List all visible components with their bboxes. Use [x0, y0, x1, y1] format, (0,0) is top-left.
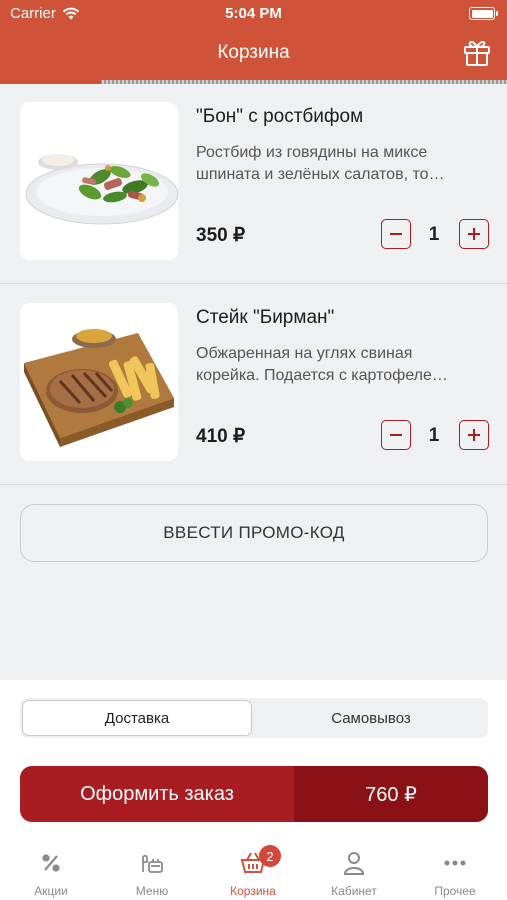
gift-icon[interactable] [461, 36, 493, 68]
battery-icon [469, 7, 498, 20]
tab-account[interactable]: Кабинет [304, 850, 404, 898]
place-order-button[interactable]: Оформить заказ 760 ₽ [20, 766, 488, 822]
plus-icon [468, 429, 480, 441]
tab-label: Прочее [434, 884, 476, 898]
salad-photo [20, 102, 178, 260]
increase-quantity-button[interactable] [459, 219, 489, 249]
item-quantity: 1 [428, 224, 440, 245]
decrease-quantity-button[interactable] [381, 420, 411, 450]
tab-more[interactable]: Прочее [405, 850, 505, 898]
tab-label: Корзина [230, 884, 276, 898]
item-name[interactable]: Стейк "Бирман" [196, 307, 334, 329]
minus-icon [390, 233, 402, 235]
page-title: Корзина [217, 42, 290, 63]
tab-label: Кабинет [331, 884, 377, 898]
item-description: Ростбиф из говядины на миксе шпината и з… [196, 142, 491, 186]
tab-label: Акции [34, 884, 68, 898]
tab-menu[interactable]: Меню [102, 850, 202, 898]
tab-bar: Акции Меню 2 Корзина Кабинет Прочее [0, 840, 507, 900]
menu-dish-icon [142, 854, 163, 873]
more-icon [444, 860, 466, 866]
item-description-line: корейка. Подается с картофеле… [196, 367, 448, 384]
item-description-line: шпината и зелёных салатов, то… [196, 166, 445, 183]
order-total: 760 ₽ [294, 766, 488, 822]
promo-code-button[interactable]: ВВЕСТИ ПРОМО-КОД [20, 504, 488, 562]
delivery-option[interactable]: Доставка [22, 700, 252, 736]
item-description-line: Ростбиф из говядины на миксе [196, 144, 428, 161]
percent-icon [42, 854, 60, 872]
tab-promotions[interactable]: Акции [1, 850, 101, 898]
item-description: Обжаренная на углях свиная корейка. Пода… [196, 343, 491, 387]
status-bar: Carrier 5:04 PM [0, 0, 507, 28]
pickup-option[interactable]: Самовывоз [256, 700, 486, 736]
item-name[interactable]: "Бон" с ростбифом [196, 106, 363, 128]
item-description-line: Обжаренная на углях свиная [196, 345, 413, 362]
tab-cart[interactable]: 2 Корзина [203, 845, 303, 898]
increase-quantity-button[interactable] [459, 420, 489, 450]
item-price: 350 ₽ [196, 225, 246, 246]
cart-item: "Бон" с ростбифом Ростбиф из говядины на… [0, 84, 507, 284]
user-icon [343, 852, 365, 875]
place-order-label: Оформить заказ [80, 782, 234, 805]
cart-badge: 2 [259, 845, 281, 867]
tab-label: Меню [135, 884, 169, 898]
plus-icon [468, 228, 480, 240]
header: Carrier 5:04 PM Корзина [0, 0, 507, 80]
delivery-method-toggle: Доставка Самовывоз [20, 698, 488, 738]
item-price: 410 ₽ [196, 426, 246, 447]
clock: 5:04 PM [225, 5, 282, 22]
steak-photo [20, 303, 178, 461]
minus-icon [390, 434, 402, 436]
cart-item: Стейк "Бирман" Обжаренная на углях свина… [0, 285, 507, 485]
item-quantity: 1 [428, 425, 440, 446]
decrease-quantity-button[interactable] [381, 219, 411, 249]
